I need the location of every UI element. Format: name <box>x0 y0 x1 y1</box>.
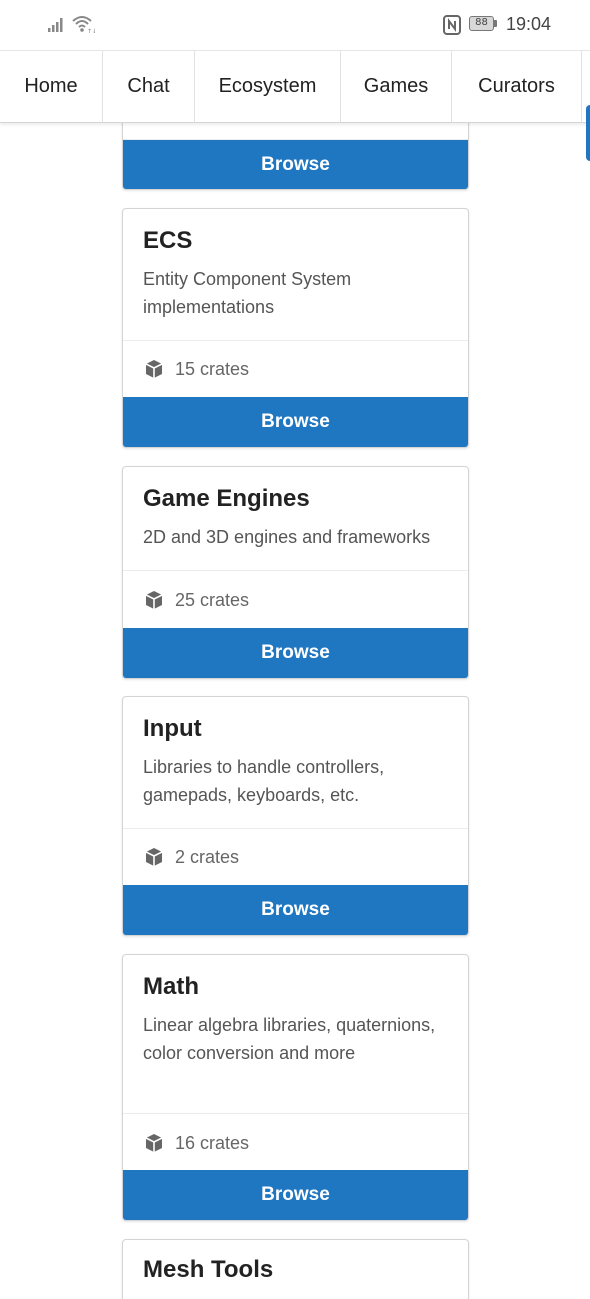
category-card-mesh-tools: Mesh Tools <box>122 1239 469 1299</box>
crate-count-label: 25 crates <box>175 589 250 610</box>
battery-level: 88 <box>469 16 494 31</box>
category-card-ecs: ECS Entity Component System implementati… <box>122 208 469 448</box>
crate-count: 25 crates <box>143 588 249 612</box>
nav-chat[interactable]: Chat <box>103 51 195 122</box>
card-title: ECS <box>143 227 193 254</box>
cube-icon <box>145 591 163 609</box>
category-card-input: Input Libraries to handle controllers, g… <box>122 696 469 936</box>
browse-button[interactable]: Browse <box>123 140 468 189</box>
crate-count: 16 crates <box>143 1131 249 1155</box>
card-description: Libraries to handle controllers, gamepad… <box>143 757 385 805</box>
clock: 19:04 <box>506 14 552 34</box>
card-title: Math <box>143 973 199 1000</box>
crate-count-label: 2 crates <box>175 846 240 867</box>
top-nav: Home Chat Ecosystem Games Curators <box>0 50 590 123</box>
category-list: Browse ECS Entity Component System imple… <box>0 0 590 1299</box>
crate-count: 15 crates <box>143 357 249 381</box>
nfc-icon <box>443 15 461 35</box>
signal-icon <box>48 18 63 32</box>
card-divider <box>123 570 468 571</box>
card-title: Game Engines <box>143 485 310 512</box>
browse-button[interactable]: Browse <box>123 628 468 678</box>
nav-ecosystem[interactable]: Ecosystem <box>195 51 341 122</box>
card-title: Input <box>143 715 202 742</box>
battery-icon: 88 <box>469 16 497 33</box>
crate-count-label: 16 crates <box>175 1132 250 1153</box>
nav-games[interactable]: Games <box>341 51 452 122</box>
nav-curators[interactable]: Curators <box>452 51 582 122</box>
crate-count-label: 15 crates <box>175 358 250 379</box>
browse-button[interactable]: Browse <box>123 885 468 935</box>
card-description: Entity Component System implementations <box>143 269 352 317</box>
card-divider <box>123 1113 468 1114</box>
cube-icon <box>145 848 163 866</box>
wifi-icon: ↑↓ <box>72 16 95 34</box>
nav-home[interactable]: Home <box>0 51 103 122</box>
side-drawer-handle[interactable] <box>586 105 590 161</box>
card-description: Linear algebra libraries, quaternions, c… <box>143 1015 436 1063</box>
status-bar: ↑↓ 88 19:04 <box>0 0 590 50</box>
card-divider <box>123 828 468 829</box>
category-card-math: Math Linear algebra libraries, quaternio… <box>122 954 469 1221</box>
cube-icon <box>145 1134 163 1152</box>
browse-button[interactable]: Browse <box>123 1170 468 1220</box>
crate-count: 2 crates <box>143 845 239 869</box>
browse-button[interactable]: Browse <box>123 397 468 447</box>
card-divider <box>123 340 468 341</box>
card-description: 2D and 3D engines and frameworks <box>143 527 431 547</box>
svg-text:↑↓: ↑↓ <box>87 28 95 34</box>
category-card-game-engines: Game Engines 2D and 3D engines and frame… <box>122 466 469 679</box>
cube-icon <box>145 360 163 378</box>
